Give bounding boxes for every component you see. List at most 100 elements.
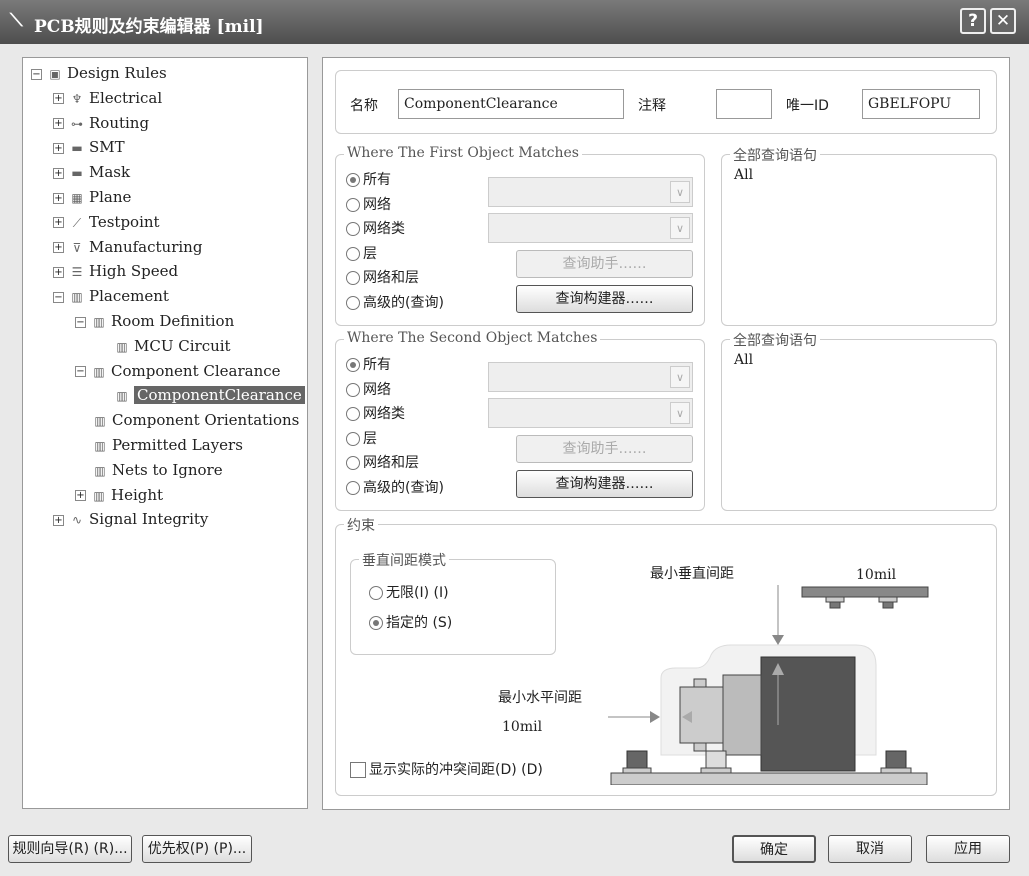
expand-icon[interactable]: + xyxy=(53,192,64,204)
rule-tree[interactable]: − ▣ Design Rules + ♆ Electrical + ⊶ Routing + ▬ SMT… xyxy=(22,57,308,809)
app-icon: ⟍ xyxy=(10,10,23,31)
tree-item[interactable]: ▥ Nets to Ignore xyxy=(91,459,222,481)
tree-item[interactable]: + ⊽ Manufacturing xyxy=(53,236,202,258)
comment-input[interactable] xyxy=(716,89,772,119)
tree-item[interactable]: + ▬ Mask xyxy=(53,161,130,183)
chip-icon: ▥ xyxy=(116,389,128,404)
tree-item[interactable]: + ▥ Height xyxy=(75,484,163,506)
tree-item[interactable]: + ⟋ Testpoint xyxy=(53,211,160,233)
first-combo-1[interactable]: ∨ xyxy=(488,177,693,207)
option-label: 网络和层 xyxy=(363,270,419,286)
tree-item[interactable]: − ▥ Placement xyxy=(53,285,169,307)
help-button[interactable]: ? xyxy=(960,8,986,34)
chip-icon: ▥ xyxy=(93,364,105,379)
collapse-icon[interactable]: − xyxy=(75,316,86,328)
first-query-builder-button[interactable]: 查询构建器…… xyxy=(516,285,693,313)
second-option-radio[interactable]: 高级的(查询) xyxy=(346,477,444,497)
expand-icon[interactable]: + xyxy=(75,490,86,502)
second-option-radio[interactable]: 层 xyxy=(346,428,377,448)
option-label: 网络 xyxy=(363,381,391,398)
query-text[interactable]: All xyxy=(734,167,753,183)
option-label: 高级的(查询) xyxy=(363,294,444,311)
tree-item[interactable]: + ▦ Plane xyxy=(53,186,131,208)
design-rules-icon: ▣ xyxy=(49,67,61,81)
second-option-radio[interactable]: 网络和层 xyxy=(346,452,419,472)
expand-icon[interactable]: + xyxy=(53,93,64,105)
show-actual-checkbox[interactable]: 显示实际的冲突间距(D) (D) xyxy=(350,759,543,779)
chip-icon: ▥ xyxy=(93,315,105,329)
expand-icon[interactable]: + xyxy=(53,142,64,154)
rule-wizard-button[interactable]: 规则向导(R) (R)... xyxy=(8,835,132,863)
second-option-radio[interactable]: 所有 xyxy=(346,354,391,374)
collapse-icon[interactable]: − xyxy=(53,291,64,303)
tree-item[interactable]: + ▬ SMT xyxy=(53,136,125,158)
cancel-button[interactable]: 取消 xyxy=(828,835,912,863)
tree-item-label: Mask xyxy=(89,163,131,182)
second-option-radio[interactable]: 网络类 xyxy=(346,403,405,423)
second-combo-2[interactable]: ∨ xyxy=(488,398,693,428)
tree-item[interactable]: − ▥ Room Definition xyxy=(75,310,234,332)
first-option-radio[interactable]: 高级的(查询) xyxy=(346,292,444,312)
chip-icon: ▥ xyxy=(93,488,105,503)
tree-item[interactable]: ▥ MCU Circuit xyxy=(113,335,230,357)
query-text[interactable]: All xyxy=(734,352,753,368)
second-option-radio[interactable]: 网络 xyxy=(346,379,391,399)
second-query-group: 全部查询语句 All xyxy=(721,330,997,511)
first-option-radio[interactable]: 所有 xyxy=(346,169,391,189)
tree-item[interactable]: + ♆ Electrical xyxy=(53,87,162,109)
close-button[interactable]: ✕ xyxy=(990,8,1016,34)
option-label: 网络 xyxy=(363,196,391,213)
tree-item-label: Height xyxy=(111,485,164,504)
collapse-icon[interactable]: − xyxy=(31,68,42,80)
first-combo-2[interactable]: ∨ xyxy=(488,213,693,243)
first-query-helper-button[interactable]: 查询助手…… xyxy=(516,250,693,278)
tree-item[interactable]: − ▥ Component Clearance xyxy=(75,360,281,382)
tree-item-label: SMT xyxy=(89,138,125,157)
chevron-down-icon: ∨ xyxy=(670,181,690,203)
collapse-icon[interactable]: − xyxy=(75,366,86,378)
title-bar: ⟍ PCB规则及约束编辑器 [mil] ? ✕ xyxy=(0,0,1029,44)
expand-icon[interactable]: + xyxy=(53,242,64,254)
horizontal-value: 10mil xyxy=(502,719,543,735)
id-input[interactable]: GBELFOPU xyxy=(862,89,980,119)
chevron-down-icon: ∨ xyxy=(670,217,690,239)
tree-item[interactable]: + ☰ High Speed xyxy=(53,260,178,282)
tree-item[interactable]: ▥ ComponentClearance xyxy=(113,384,305,406)
specified-radio[interactable]: 指定的 (S) xyxy=(369,612,452,632)
tree-item[interactable]: ▥ Component Orientations xyxy=(91,409,299,431)
expand-icon[interactable]: + xyxy=(53,514,64,526)
expand-icon[interactable]: + xyxy=(53,217,64,229)
tree-item[interactable]: ▥ Permitted Layers xyxy=(91,434,243,456)
option-label: 网络类 xyxy=(363,221,405,237)
chip-icon: ▥ xyxy=(94,439,106,453)
first-option-radio[interactable]: 层 xyxy=(346,243,377,263)
plane-icon: ▦ xyxy=(71,191,83,205)
ok-button[interactable]: 确定 xyxy=(732,835,816,863)
first-object-group: Where The First Object Matches 所有 网络 网络类层网络… xyxy=(335,145,705,326)
first-option-radio[interactable]: 网络类 xyxy=(346,218,405,238)
second-query-builder-button[interactable]: 查询构建器…… xyxy=(516,470,693,498)
second-combo-1[interactable]: ∨ xyxy=(488,362,693,392)
tree-item[interactable]: + ⊶ Routing xyxy=(53,112,149,134)
first-option-radio[interactable]: 网络 xyxy=(346,194,391,214)
infinite-radio[interactable]: 无限(I) (I) xyxy=(369,582,449,602)
first-option-radio[interactable]: 网络和层 xyxy=(346,267,419,287)
chevron-down-icon: ∨ xyxy=(670,366,690,388)
expand-icon[interactable]: + xyxy=(53,118,64,130)
expand-icon[interactable]: + xyxy=(53,266,64,278)
apply-button[interactable]: 应用 xyxy=(926,835,1010,863)
second-query-helper-button[interactable]: 查询助手…… xyxy=(516,435,693,463)
routing-icon: ⊶ xyxy=(71,116,83,131)
tree-item-label: Manufacturing xyxy=(89,237,203,256)
tree-item[interactable]: + ∿ Signal Integrity xyxy=(53,508,208,530)
second-group-title: Where The Second Object Matches xyxy=(344,330,601,346)
constraints-title: 约束 xyxy=(344,515,378,535)
tree-item[interactable]: − ▣ Design Rules xyxy=(31,62,167,84)
priority-button[interactable]: 优先权(P) (P)... xyxy=(142,835,252,863)
tree-item-label: Plane xyxy=(89,188,132,206)
name-input[interactable]: ComponentClearance xyxy=(398,89,624,119)
option-label: 网络类 xyxy=(363,406,405,422)
option-label: 高级的(查询) xyxy=(363,479,444,496)
expand-icon[interactable]: + xyxy=(53,167,64,179)
tree-item-label: Design Rules xyxy=(67,64,167,82)
